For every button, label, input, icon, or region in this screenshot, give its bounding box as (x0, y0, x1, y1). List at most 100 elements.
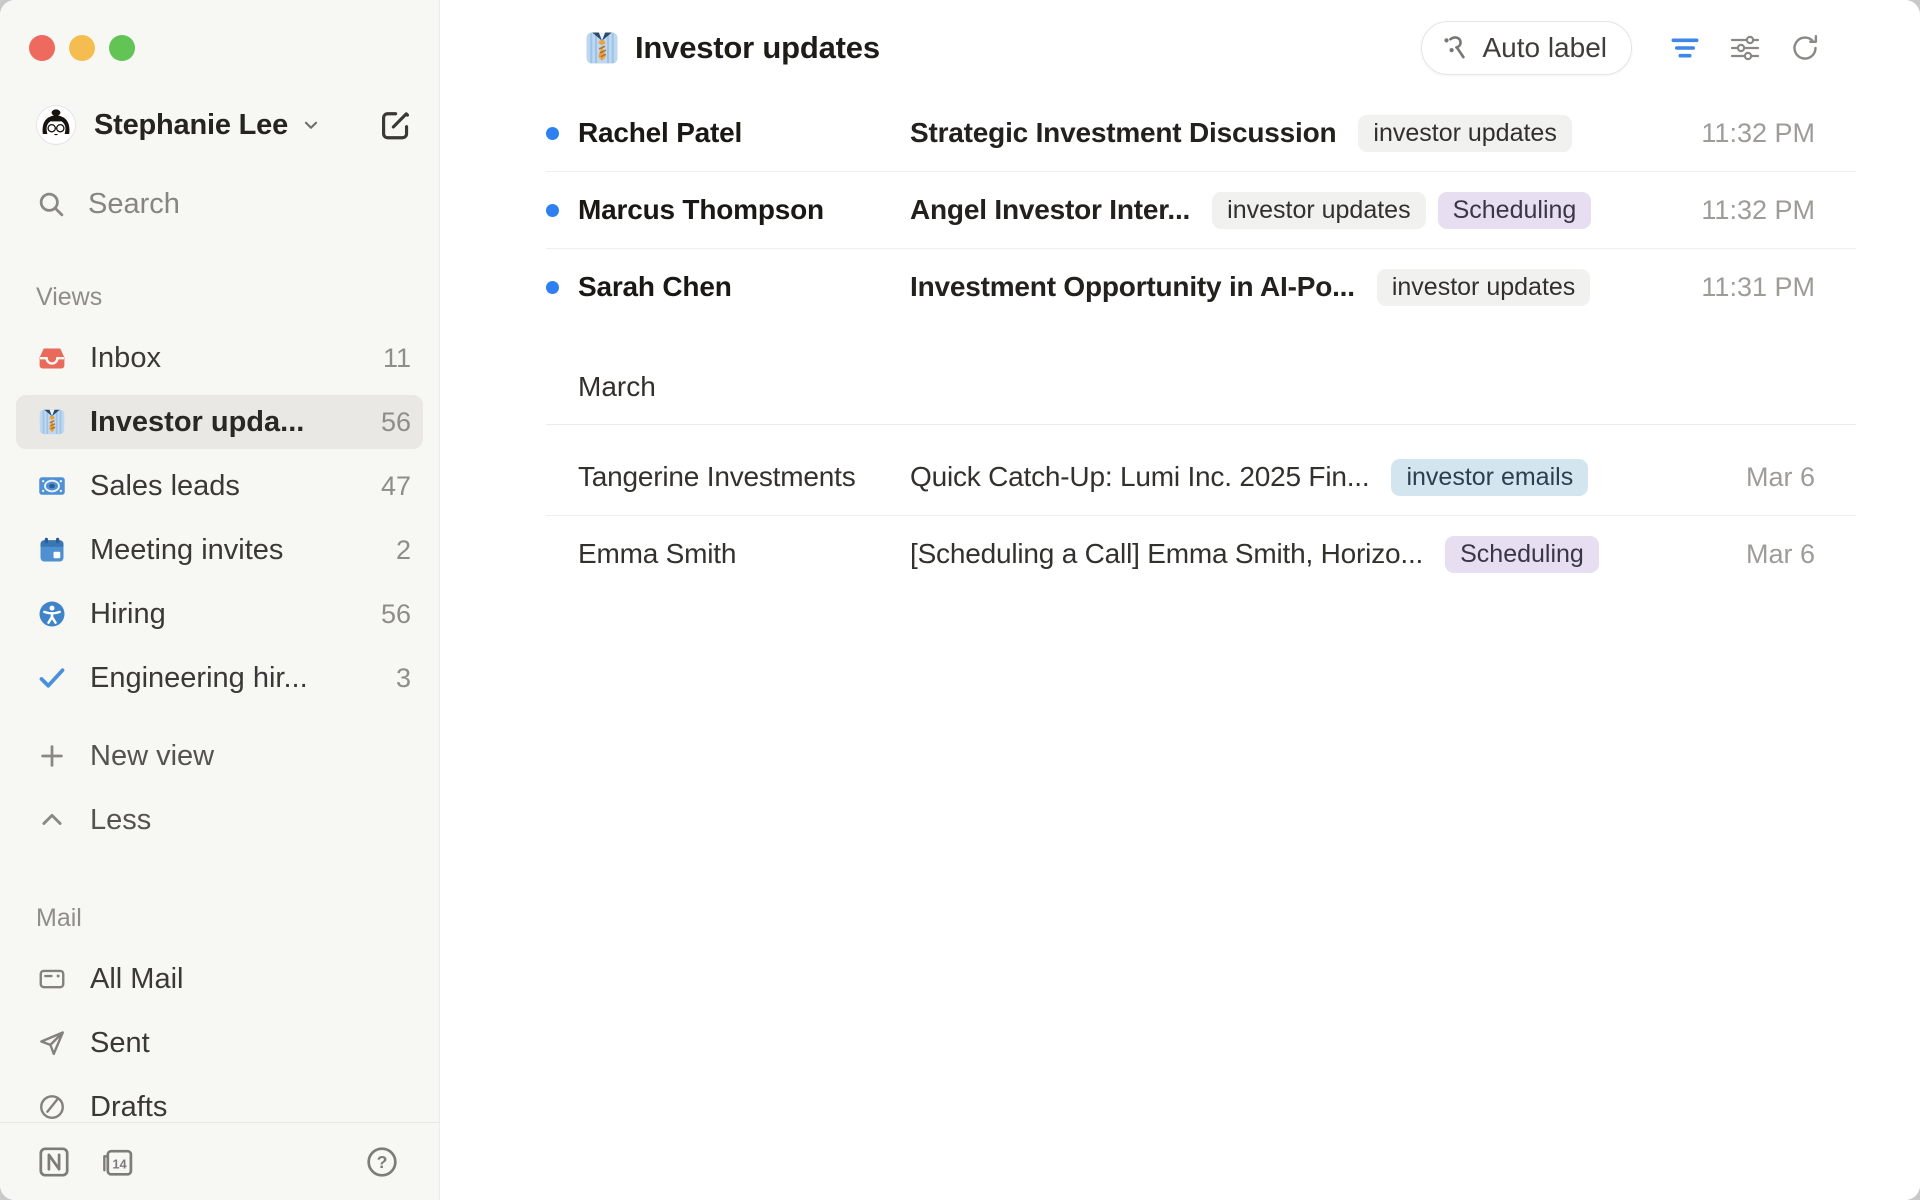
email-time: Mar 6 (1746, 462, 1815, 493)
sidebar-item-engineering-hiring[interactable]: Engineering hir... 3 (16, 651, 423, 705)
calendar-day-number: 14 (112, 1156, 127, 1171)
label-tag[interactable]: investor updates (1377, 269, 1590, 306)
necktie-icon (37, 407, 67, 437)
display-settings-button[interactable] (1728, 31, 1762, 65)
sidebar-item-label: All Mail (90, 963, 183, 996)
label-tag[interactable]: investor updates (1358, 115, 1571, 152)
checkmark-icon (37, 663, 67, 693)
sidebar-item-sent[interactable]: Sent (16, 1016, 423, 1070)
email-sender: Rachel Patel (578, 117, 910, 149)
unread-dot (546, 127, 559, 140)
unread-dot (546, 281, 559, 294)
group-header-march: March (546, 364, 1856, 410)
sidebar-item-label: Meeting invites (90, 534, 283, 567)
auto-label-label: Auto label (1482, 32, 1607, 64)
sidebar-item-meeting-invites[interactable]: Meeting invites 2 (16, 523, 423, 577)
view-header: Investor updates Auto label (440, 0, 1920, 95)
unread-count: 3 (396, 663, 411, 694)
email-subject: Quick Catch-Up: Lumi Inc. 2025 Fin... (910, 461, 1369, 493)
email-sender: Sarah Chen (578, 271, 910, 303)
unread-count: 2 (396, 535, 411, 566)
notion-calendar-app-icon[interactable]: 14 (100, 1144, 136, 1180)
email-row[interactable]: Tangerine Investments Quick Catch-Up: Lu… (546, 439, 1856, 515)
label-tag[interactable]: Scheduling (1445, 536, 1599, 573)
auto-label-icon (1440, 33, 1470, 63)
search-icon (36, 189, 66, 219)
calendar-icon (37, 535, 67, 565)
sidebar-item-label: Hiring (90, 598, 166, 631)
sidebar-item-label: Investor upda... (90, 406, 304, 439)
chevron-down-icon (300, 114, 322, 136)
search-label: Search (88, 188, 180, 221)
email-subject: [Scheduling a Call] Emma Smith, Horizo..… (910, 538, 1423, 570)
close-window-button[interactable] (29, 35, 55, 61)
refresh-button[interactable] (1788, 31, 1822, 65)
compose-icon (377, 107, 413, 143)
necktie-emoji-icon (583, 29, 621, 67)
compose-button[interactable] (377, 107, 413, 143)
app-window: Stephanie Lee Search Views (0, 0, 1920, 1200)
email-row[interactable]: Rachel Patel Strategic Investment Discus… (546, 95, 1856, 171)
email-sender: Tangerine Investments (578, 461, 910, 493)
new-view-button[interactable]: New view (16, 729, 423, 783)
show-less-label: Less (90, 804, 151, 837)
unread-count: 47 (381, 471, 411, 502)
sidebar-item-inbox[interactable]: Inbox 11 (16, 331, 423, 385)
unread-count: 56 (381, 407, 411, 438)
account-switcher[interactable]: Stephanie Lee (36, 103, 413, 147)
inbox-tray-icon (37, 343, 67, 373)
email-subject: Investment Opportunity in AI-Po... (910, 271, 1355, 303)
sidebar-item-investor-updates[interactable]: Investor upda... 56 (16, 395, 423, 449)
email-time: 11:32 PM (1701, 118, 1815, 149)
sidebar: Stephanie Lee Search Views (0, 0, 440, 1200)
email-time: 11:31 PM (1701, 272, 1815, 303)
show-less-button[interactable]: Less (16, 793, 423, 847)
new-view-label: New view (90, 740, 214, 773)
page-title: Investor updates (635, 30, 880, 66)
sidebar-item-label: Sales leads (90, 470, 240, 503)
email-time: Mar 6 (1746, 539, 1815, 570)
group-divider (546, 424, 1856, 425)
sidebar-item-all-mail[interactable]: All Mail (16, 952, 423, 1006)
chevron-up-icon (37, 805, 67, 835)
main-panel: Investor updates Auto label (440, 0, 1920, 1200)
sidebar-item-sales-leads[interactable]: Sales leads 47 (16, 459, 423, 513)
label-tag[interactable]: investor updates (1212, 192, 1425, 229)
label-tag[interactable]: Scheduling (1438, 192, 1592, 229)
email-subject: Angel Investor Inter... (910, 194, 1190, 226)
window-controls (29, 35, 135, 61)
email-sender: Emma Smith (578, 538, 910, 570)
email-row[interactable]: Sarah Chen Investment Opportunity in AI-… (546, 249, 1856, 325)
accessibility-icon (37, 599, 67, 629)
mail-section-label: Mail (0, 903, 439, 933)
search-button[interactable]: Search (36, 184, 413, 224)
sidebar-item-hiring[interactable]: Hiring 56 (16, 587, 423, 641)
filter-button[interactable] (1668, 31, 1702, 65)
avatar (36, 105, 76, 145)
sidebar-item-label: Inbox (90, 342, 161, 375)
help-icon[interactable]: ? (365, 1145, 399, 1179)
unread-count: 11 (383, 343, 411, 374)
email-subject: Strategic Investment Discussion (910, 117, 1336, 149)
help-glyph: ? (377, 1152, 388, 1172)
email-row[interactable]: Marcus Thompson Angel Investor Inter... … (546, 172, 1856, 248)
auto-label-button[interactable]: Auto label (1421, 21, 1632, 75)
views-section-label: Views (0, 282, 439, 312)
zoom-window-button[interactable] (109, 35, 135, 61)
notion-app-icon[interactable] (36, 1144, 72, 1180)
email-list: Rachel Patel Strategic Investment Discus… (546, 95, 1856, 592)
banknote-icon (37, 471, 67, 501)
header-actions: Auto label (1421, 21, 1822, 75)
label-tag[interactable]: investor emails (1391, 459, 1588, 496)
unread-count: 56 (381, 599, 411, 630)
all-mail-icon (37, 964, 67, 994)
sidebar-item-label: Drafts (90, 1091, 167, 1124)
sliders-icon (1728, 31, 1762, 65)
filter-icon (1668, 31, 1702, 65)
minimize-window-button[interactable] (69, 35, 95, 61)
email-sender: Marcus Thompson (578, 194, 910, 226)
email-row[interactable]: Emma Smith [Scheduling a Call] Emma Smit… (546, 516, 1856, 592)
unread-dot (546, 204, 559, 217)
sidebar-footer: 14 ? (0, 1122, 439, 1200)
paper-plane-icon (37, 1028, 67, 1058)
